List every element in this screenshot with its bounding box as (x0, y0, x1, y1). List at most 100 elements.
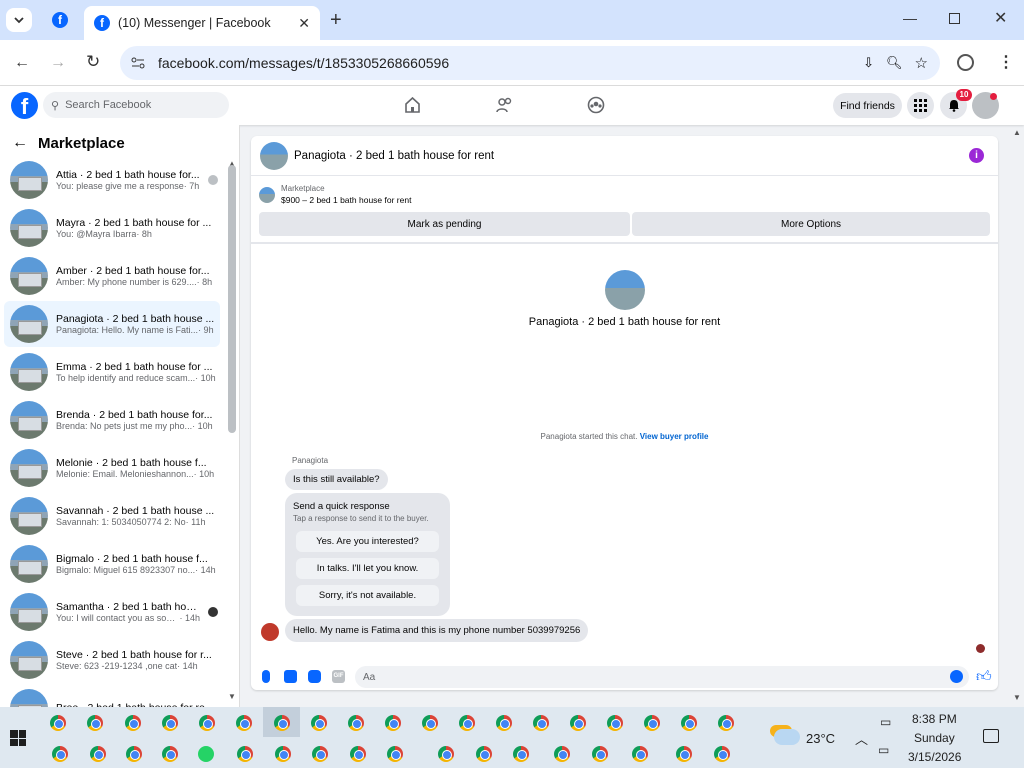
conversation-item[interactable]: Steve · 2 bed 1 bath house for r... Steve… (4, 637, 220, 683)
clock-date[interactable]: 3/15/2026 (908, 750, 961, 764)
chrome-icon[interactable] (348, 715, 364, 731)
whatsapp-icon[interactable] (198, 746, 214, 762)
view-buyer-link[interactable]: View buyer profile (640, 432, 709, 441)
chrome-icon[interactable] (644, 715, 660, 731)
chat-title[interactable]: Panagiota · 2 bed 1 bath house for rent (294, 150, 494, 162)
chrome-icon[interactable] (311, 715, 327, 731)
conversation-item[interactable]: Samantha · 2 bed 1 bath hou... You: I wil… (4, 589, 220, 635)
conversation-item[interactable]: Mayra · 2 bed 1 bath house for ... You: @… (4, 205, 220, 251)
chrome-icon[interactable] (714, 746, 730, 762)
chrome-icon[interactable] (632, 746, 648, 762)
sender-avatar[interactable] (261, 623, 279, 641)
url-omnibox[interactable]: facebook.com/messages/t/1853305268660596… (120, 46, 940, 80)
camera-icon[interactable]: ▭ (880, 715, 891, 729)
listing-summary[interactable]: Marketplace $900 – 2 bed 1 bath house fo… (259, 184, 411, 205)
page-scroll-down-arrow[interactable]: ▼ (1013, 693, 1021, 702)
clock-time[interactable]: 8:38 PM (912, 712, 957, 726)
tab-search-button[interactable] (6, 8, 32, 32)
more-options-button[interactable]: More Options (632, 212, 990, 236)
conversation-item[interactable]: Savannah · 2 bed 1 bath house ... Savanna… (4, 493, 220, 539)
chrome-icon[interactable] (476, 746, 492, 762)
forward-icon[interactable]: → (50, 54, 66, 72)
message-bubble[interactable]: Is this still available? (285, 469, 388, 490)
facebook-logo-icon[interactable]: f (11, 92, 38, 119)
chrome-icon[interactable] (274, 715, 290, 731)
reload-icon[interactable]: ↻ (86, 52, 100, 72)
new-tab-button[interactable]: + (330, 9, 342, 32)
chrome-icon[interactable] (607, 715, 623, 731)
chrome-icon[interactable] (459, 715, 475, 731)
listing-avatar[interactable] (260, 141, 288, 170)
clock-day[interactable]: Sunday (914, 731, 955, 745)
conversation-item[interactable]: Amber · 2 bed 1 bath house for... Amber: … (4, 253, 220, 299)
chrome-icon[interactable] (350, 746, 366, 762)
chrome-icon[interactable] (592, 746, 608, 762)
profile-icon[interactable] (957, 54, 974, 71)
photo-icon[interactable] (284, 670, 297, 683)
back-icon[interactable]: ← (14, 54, 30, 72)
notification-center-icon[interactable] (983, 729, 999, 743)
sticker-icon[interactable] (308, 670, 321, 683)
conversation-item[interactable]: Emma · 2 bed 1 bath house for ... To help… (4, 349, 220, 395)
chrome-icon[interactable] (387, 746, 403, 762)
chrome-icon[interactable] (312, 746, 328, 762)
conversation-item[interactable]: Brenda · 2 bed 1 bath house for... Brenda… (4, 397, 220, 443)
chrome-icon[interactable] (554, 746, 570, 762)
chrome-icon[interactable] (275, 746, 291, 762)
windows-start-icon[interactable] (10, 730, 26, 746)
weather-cloud-icon[interactable] (774, 729, 800, 745)
menu-grid-button[interactable] (907, 92, 934, 119)
conversation-item[interactable]: Bigmalo · 2 bed 1 bath house f... Bigmalo… (4, 541, 220, 587)
quick-reply-in-talks[interactable]: In talks. I'll let you know. (296, 558, 439, 579)
chrome-icon[interactable] (513, 746, 529, 762)
scroll-down-arrow[interactable]: ▼ (228, 692, 236, 701)
quick-reply-yes[interactable]: Yes. Are you interested? (296, 531, 439, 552)
chrome-icon[interactable] (162, 746, 178, 762)
home-icon[interactable] (404, 96, 421, 116)
find-friends-button[interactable]: Find friends (833, 93, 902, 118)
chrome-icon[interactable] (676, 746, 692, 762)
bookmark-star-icon[interactable]: ☆ (915, 54, 928, 72)
chrome-icon[interactable] (438, 746, 454, 762)
microphone-icon[interactable] (262, 670, 270, 683)
temperature[interactable]: 23°C (806, 731, 835, 746)
back-arrow-icon[interactable]: ← (12, 134, 28, 152)
minimize-button[interactable]: — (903, 10, 917, 26)
chrome-icon[interactable] (681, 715, 697, 731)
facebook-search-input[interactable]: ⚲ Search Facebook (43, 92, 229, 118)
groups-icon[interactable] (587, 96, 605, 117)
zoom-icon[interactable]: 🔍︎ (886, 55, 903, 71)
chrome-icon[interactable] (90, 746, 106, 762)
thumbs-up-icon[interactable]: 👍︎ (976, 668, 992, 686)
friends-icon[interactable] (496, 97, 513, 116)
tab-messenger[interactable]: f (10) Messenger | Facebook ✕ (84, 6, 320, 40)
install-app-icon[interactable]: ⇩ (863, 55, 874, 71)
chrome-icon[interactable] (125, 715, 141, 731)
chrome-icon[interactable] (126, 746, 142, 762)
chrome-icon[interactable] (50, 715, 66, 731)
emoji-icon[interactable] (950, 670, 963, 683)
chrome-icon[interactable] (570, 715, 586, 731)
message-input[interactable]: Aa (355, 666, 969, 688)
restore-button[interactable] (949, 13, 960, 24)
chrome-icon[interactable] (236, 715, 252, 731)
chrome-icon[interactable] (718, 715, 734, 731)
menu-kebab-icon[interactable]: ⋮ (998, 52, 1014, 72)
conversation-item[interactable]: Melonie · 2 bed 1 bath house f... Melonie… (4, 445, 220, 491)
conversation-item[interactable]: Attia · 2 bed 1 bath house for... You: pl… (4, 157, 220, 203)
chrome-icon[interactable] (87, 715, 103, 731)
info-icon[interactable]: i (969, 148, 984, 163)
message-bubble[interactable]: Hello. My name is Fatima and this is my … (285, 619, 589, 642)
conversation-item[interactable]: Bree · 2 bed 1 bath house for re... (4, 685, 220, 707)
gif-icon[interactable]: GIF (332, 670, 345, 683)
network-icon[interactable]: ▭ (878, 743, 889, 757)
close-icon[interactable]: ✕ (298, 15, 310, 32)
chrome-icon[interactable] (385, 715, 401, 731)
close-window-button[interactable]: ✕ (994, 8, 1007, 28)
quick-reply-not-available[interactable]: Sorry, it's not available. (296, 585, 439, 606)
page-scroll-up-arrow[interactable]: ▲ (1013, 128, 1021, 137)
chrome-icon[interactable] (496, 715, 512, 731)
chrome-icon[interactable] (533, 715, 549, 731)
pinned-tab-facebook[interactable]: f (52, 12, 68, 28)
chrome-icon[interactable] (162, 715, 178, 731)
